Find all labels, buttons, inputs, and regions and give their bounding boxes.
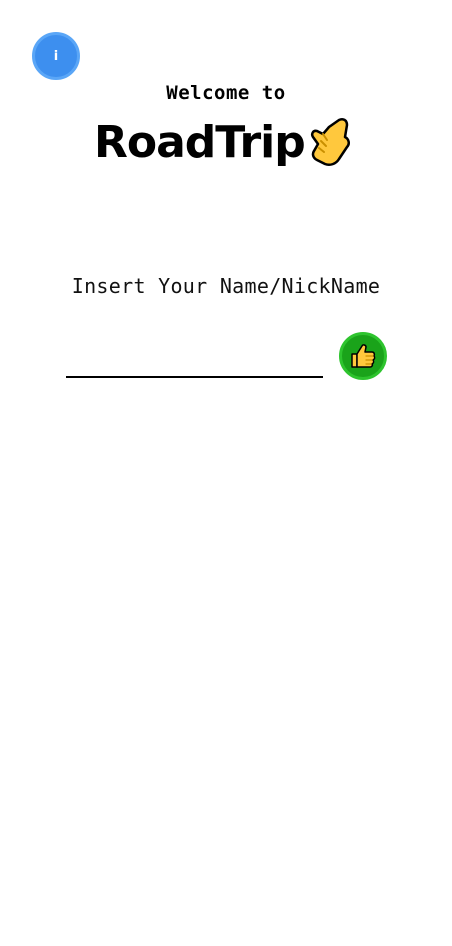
welcome-screen: i Welcome to RoadTrip Insert Your Name/N… <box>0 0 452 946</box>
welcome-text: Welcome to <box>166 82 286 104</box>
info-icon: i <box>53 48 59 64</box>
thumbs-up-icon <box>351 344 376 368</box>
brand-logo: RoadTrip <box>94 112 351 172</box>
call-me-hand-icon <box>310 117 350 167</box>
brand-title: RoadTrip <box>94 116 306 168</box>
name-input[interactable] <box>66 340 323 378</box>
info-button[interactable]: i <box>32 32 80 80</box>
name-prompt: Insert Your Name/NickName <box>71 274 381 298</box>
submit-button[interactable] <box>339 332 387 380</box>
